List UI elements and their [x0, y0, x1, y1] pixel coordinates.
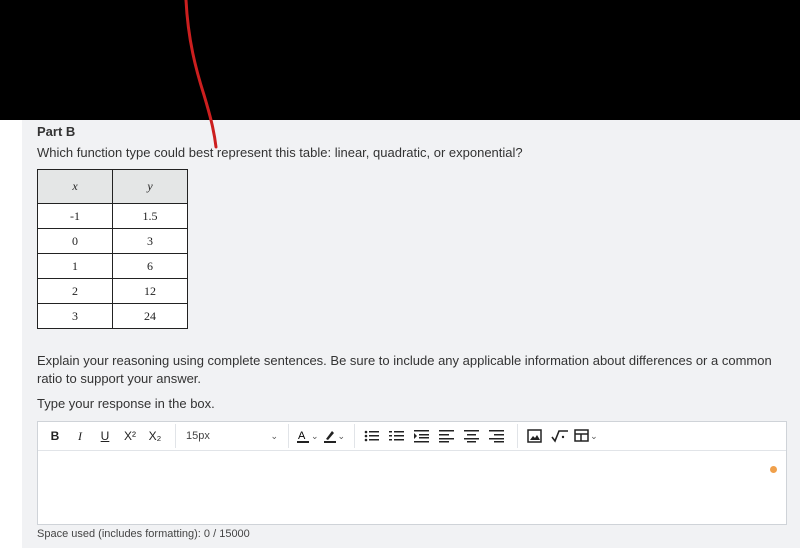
table-cell: 1 — [37, 253, 113, 279]
character-counter: Space used (includes formatting): 0 / 15… — [37, 528, 250, 540]
align-left-icon — [439, 430, 455, 443]
indent-icon — [414, 430, 430, 443]
align-left-button[interactable] — [436, 425, 458, 447]
table-row: -1 1.5 — [37, 203, 188, 229]
table-row: 03 — [37, 228, 188, 254]
numbered-list-icon — [389, 431, 405, 441]
table-cell: -1 — [37, 203, 113, 229]
align-right-button[interactable] — [486, 425, 508, 447]
underline-button[interactable]: U — [94, 425, 116, 447]
math-icon — [551, 430, 569, 443]
text-color-icon: A — [297, 430, 309, 443]
image-icon — [527, 428, 542, 443]
chevron-down-icon: ⌄ — [590, 430, 598, 441]
highlight-button[interactable]: ⌄ — [322, 425, 346, 447]
svg-text:A: A — [298, 430, 306, 442]
table-cell: 6 — [112, 253, 188, 279]
table-cell: 0 — [37, 228, 113, 254]
table-cell: 3 — [112, 228, 188, 254]
table-row: 2 12 — [37, 278, 188, 304]
font-size-select[interactable]: 15px ⌄ — [182, 430, 282, 442]
subscript-button[interactable]: X₂ — [144, 425, 166, 447]
status-dot — [770, 466, 777, 473]
table-header-x: x — [37, 169, 113, 204]
align-center-icon — [464, 430, 480, 443]
chevron-down-icon: ⌄ — [270, 430, 278, 441]
table-header-row: x y — [37, 169, 188, 204]
chevron-down-icon: ⌄ — [311, 430, 319, 441]
insert-table-button[interactable]: ⌄ — [574, 425, 598, 447]
bullet-list-button[interactable] — [361, 425, 383, 447]
function-table: x y -1 1.5 03 16 2 12 3 24 — [37, 169, 188, 329]
table-cell: 24 — [112, 303, 188, 329]
align-right-icon — [489, 430, 505, 443]
table-header-y: y — [112, 169, 188, 204]
text-color-button[interactable]: A ⌄ — [295, 425, 319, 447]
editor-toolbar: B I U X² X₂ 15px ⌄ A ⌄ ⌄ ⌄ — [38, 422, 786, 451]
table-row: 16 — [37, 253, 188, 279]
toolbar-divider — [517, 424, 519, 448]
table-cell: 2 — [37, 278, 113, 304]
toolbar-divider — [354, 424, 356, 448]
table-cell: 12 — [112, 278, 188, 304]
table-icon — [574, 429, 589, 442]
highlight-icon — [323, 431, 336, 443]
part-title: Part B — [37, 124, 76, 139]
italic-button[interactable]: I — [69, 425, 91, 447]
bullet-list-icon — [364, 430, 380, 442]
toolbar-divider — [175, 424, 176, 448]
left-margin — [0, 120, 22, 548]
font-size-value: 15px — [186, 430, 210, 442]
chevron-down-icon: ⌄ — [337, 430, 346, 441]
align-center-button[interactable] — [461, 425, 483, 447]
response-text-area[interactable] — [38, 451, 786, 525]
math-button[interactable] — [549, 425, 571, 447]
black-redaction-block — [0, 0, 800, 120]
table-cell: 3 — [37, 303, 113, 329]
explain-instructions: Explain your reasoning using complete se… — [37, 353, 772, 386]
insert-image-button[interactable] — [524, 425, 546, 447]
table-cell: 1.5 — [112, 203, 188, 229]
superscript-button[interactable]: X² — [119, 425, 141, 447]
response-editor: B I U X² X₂ 15px ⌄ A ⌄ ⌄ ⌄ — [37, 421, 787, 525]
numbered-list-button[interactable] — [386, 425, 408, 447]
question-text: Which function type could best represent… — [37, 145, 523, 160]
indent-button[interactable] — [411, 425, 433, 447]
type-prompt: Type your response in the box. — [37, 396, 215, 411]
toolbar-divider — [288, 424, 289, 448]
table-row: 3 24 — [37, 303, 188, 329]
bold-button[interactable]: B — [44, 425, 66, 447]
